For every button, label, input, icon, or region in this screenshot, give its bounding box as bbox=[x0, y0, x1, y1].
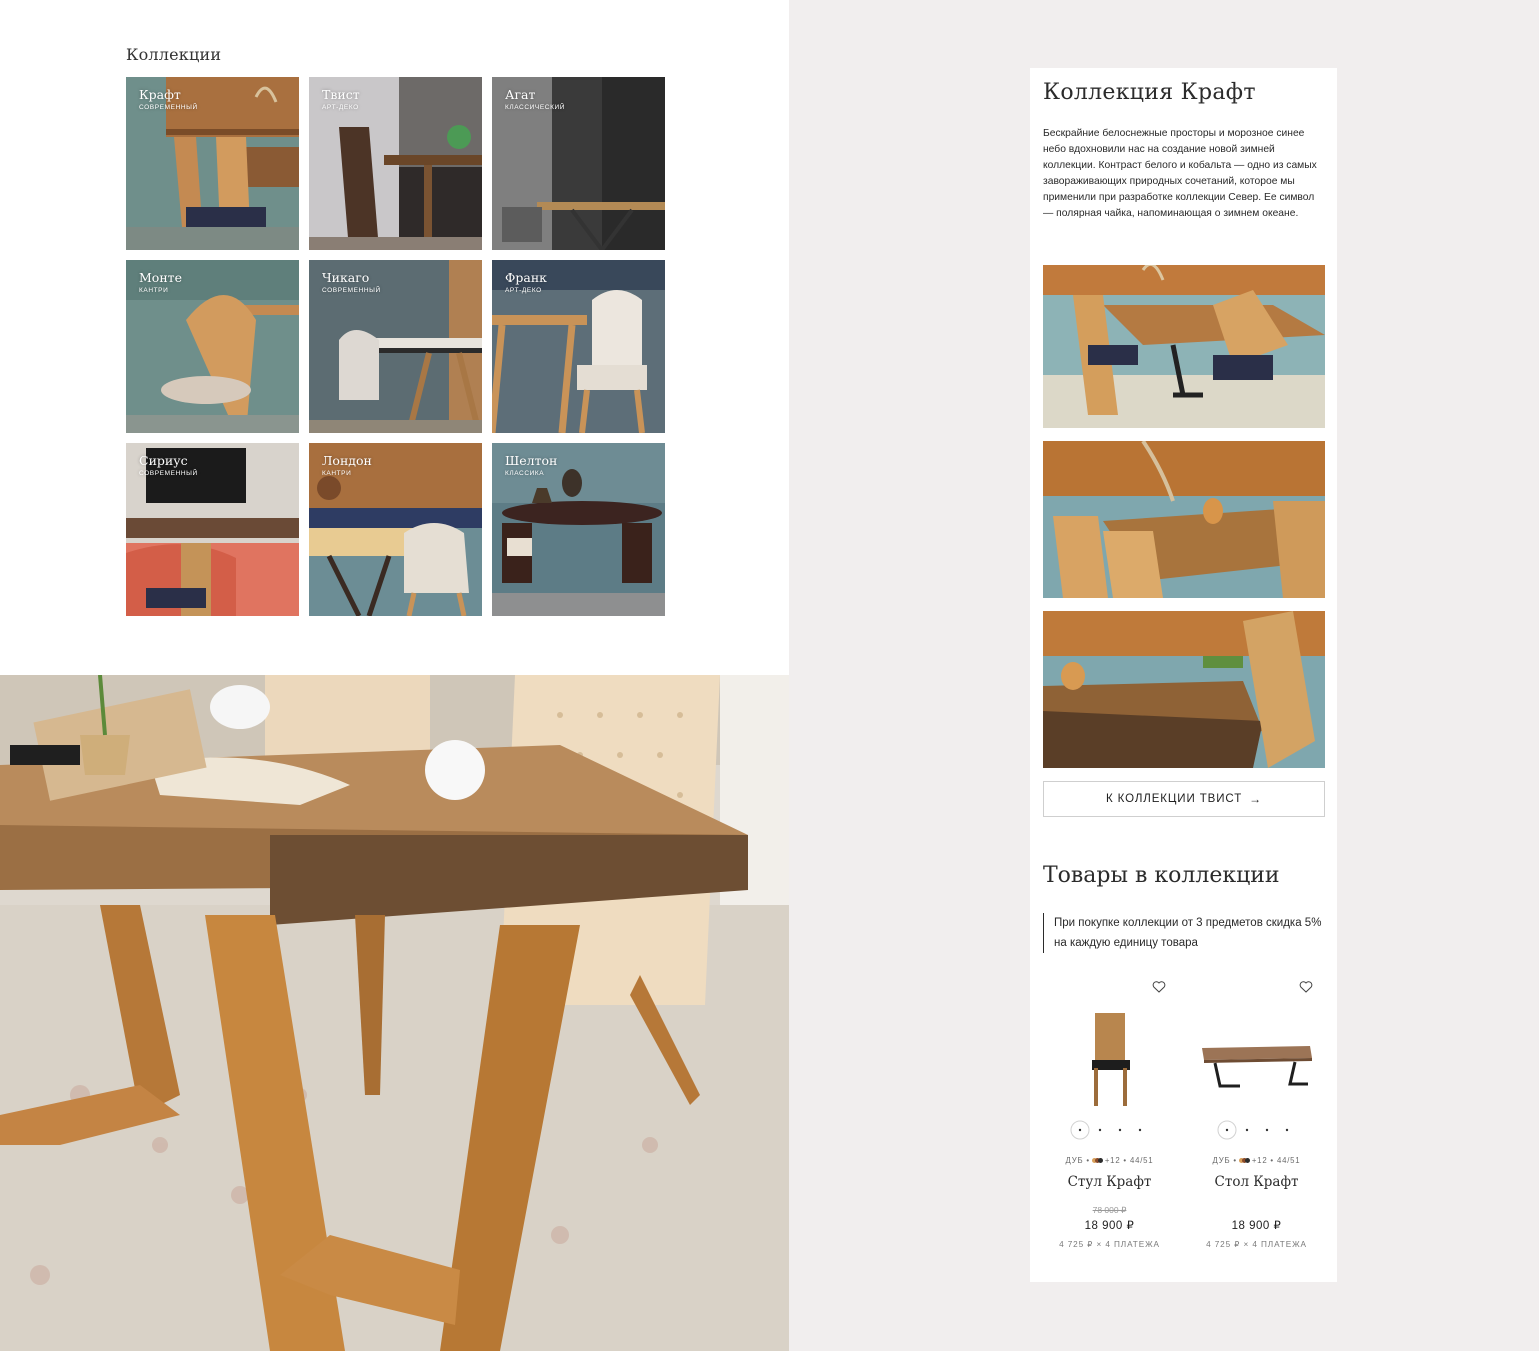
table-photo bbox=[0, 675, 789, 1351]
tile-style: арт-деко bbox=[322, 104, 359, 111]
collection-photo bbox=[126, 260, 299, 433]
arrow-right-icon: → bbox=[1249, 792, 1263, 806]
image-pagination[interactable] bbox=[1043, 1120, 1176, 1140]
product-colors-extra: +12 bbox=[1251, 1156, 1268, 1165]
tile-style: кантри bbox=[139, 287, 169, 294]
photo bbox=[1043, 611, 1325, 768]
tile-name: Сириус bbox=[139, 453, 188, 468]
product-image-chair bbox=[1092, 1013, 1130, 1106]
product-meta: ДУБ • +12 • 44/51 bbox=[1065, 1156, 1154, 1165]
collections-title: Коллекции bbox=[126, 45, 222, 64]
next-collection-label: К КОЛЛЕКЦИИ ТВИСТ bbox=[1105, 793, 1243, 805]
collection-photo bbox=[309, 77, 482, 250]
tile-style: классика bbox=[505, 470, 545, 477]
collection-tile-chicago[interactable]: Чикаго современный bbox=[309, 260, 482, 433]
heart-icon[interactable] bbox=[1152, 980, 1166, 994]
collection-photo bbox=[309, 260, 482, 433]
tile-name: Франк bbox=[505, 270, 547, 285]
heart-icon[interactable] bbox=[1299, 980, 1313, 994]
hero-table-photo bbox=[0, 675, 789, 1351]
product-name[interactable]: Стол Крафт bbox=[1190, 1174, 1323, 1190]
product-installment: 4 725 ₽ × 4 ПЛАТЕЖА bbox=[1059, 1240, 1160, 1249]
collection-photo-1[interactable] bbox=[1043, 265, 1325, 428]
collection-description: Бескрайние белоснежные просторы и морозн… bbox=[1043, 128, 1317, 219]
tile-name: Агат bbox=[505, 87, 536, 102]
product-image-table bbox=[1202, 1046, 1312, 1088]
tile-name: Шелтон bbox=[505, 453, 558, 468]
collection-tile-monte[interactable]: Монте кантри bbox=[126, 260, 299, 433]
product-card[interactable]: ДУБ • +12 • 44/51 Стул Крафт 78 000 ₽ 18… bbox=[1043, 978, 1176, 1258]
tile-style: современный bbox=[139, 104, 198, 111]
collection-photo bbox=[309, 443, 482, 616]
collection-photo bbox=[126, 77, 299, 250]
tile-name: Лондон bbox=[322, 453, 372, 468]
collection-tile-shelton[interactable]: Шелтон классика bbox=[492, 443, 665, 616]
collection-title: Коллекция Крафт bbox=[1043, 80, 1256, 105]
collections-grid: Крафт современный Твист арт-деко bbox=[126, 77, 665, 616]
color-swatch bbox=[1244, 1158, 1250, 1164]
product-name[interactable]: Стул Крафт bbox=[1043, 1174, 1176, 1190]
product-price: 18 900 ₽ bbox=[1084, 1220, 1135, 1232]
tile-style: кантри bbox=[322, 470, 352, 477]
collections-panel: Коллекции Крафт современный bbox=[0, 0, 789, 675]
photo bbox=[1043, 265, 1325, 428]
products-title: Товары в коллекции bbox=[1043, 863, 1280, 888]
tile-name: Твист bbox=[322, 87, 360, 102]
product-price: 18 900 ₽ bbox=[1231, 1220, 1282, 1232]
next-collection-button[interactable]: К КОЛЛЕКЦИИ ТВИСТ → bbox=[1043, 781, 1325, 817]
tile-style: современный bbox=[139, 470, 198, 477]
product-meta: ДУБ • +12 • 44/51 bbox=[1212, 1156, 1301, 1165]
product-size: 44/51 bbox=[1276, 1156, 1301, 1165]
collection-tile-london[interactable]: Лондон кантри bbox=[309, 443, 482, 616]
product-material: ДУБ bbox=[1212, 1156, 1231, 1165]
tile-style: современный bbox=[322, 287, 381, 294]
tile-name: Крафт bbox=[139, 87, 181, 102]
collection-tile-sirius[interactable]: Сириус современный bbox=[126, 443, 299, 616]
product-card[interactable]: ДУБ • +12 • 44/51 Стол Крафт 18 900 ₽ 4 … bbox=[1190, 978, 1323, 1258]
promo-text: При покупке коллекции от 3 предметов ски… bbox=[1043, 913, 1325, 953]
collection-photo bbox=[126, 443, 299, 616]
tile-style: арт-деко bbox=[505, 287, 542, 294]
collection-tile-frank[interactable]: Франк арт-деко bbox=[492, 260, 665, 433]
collection-photo bbox=[492, 77, 665, 250]
product-old-price: 78 000 ₽ bbox=[1092, 1205, 1127, 1215]
product-installment: 4 725 ₽ × 4 ПЛАТЕЖА bbox=[1206, 1240, 1307, 1249]
color-swatch bbox=[1097, 1158, 1103, 1164]
tile-style: классический bbox=[505, 104, 565, 111]
collection-page-mobile: Коллекция Крафт Бескрайние белоснежные п… bbox=[1030, 68, 1337, 1282]
collection-photo bbox=[492, 260, 665, 433]
collection-tile-agat[interactable]: Агат классический bbox=[492, 77, 665, 250]
collection-photo-2[interactable] bbox=[1043, 441, 1325, 598]
product-size: 44/51 bbox=[1129, 1156, 1154, 1165]
photo bbox=[1043, 441, 1325, 598]
collection-tile-kraft[interactable]: Крафт современный bbox=[126, 77, 299, 250]
collection-photo-3[interactable] bbox=[1043, 611, 1325, 768]
product-material: ДУБ bbox=[1065, 1156, 1084, 1165]
collection-photo bbox=[492, 443, 665, 616]
tile-name: Чикаго bbox=[322, 270, 370, 285]
image-pagination[interactable] bbox=[1190, 1120, 1323, 1140]
tile-name: Монте bbox=[139, 270, 182, 285]
product-colors-extra: +12 bbox=[1104, 1156, 1121, 1165]
collection-tile-twist[interactable]: Твист арт-деко bbox=[309, 77, 482, 250]
